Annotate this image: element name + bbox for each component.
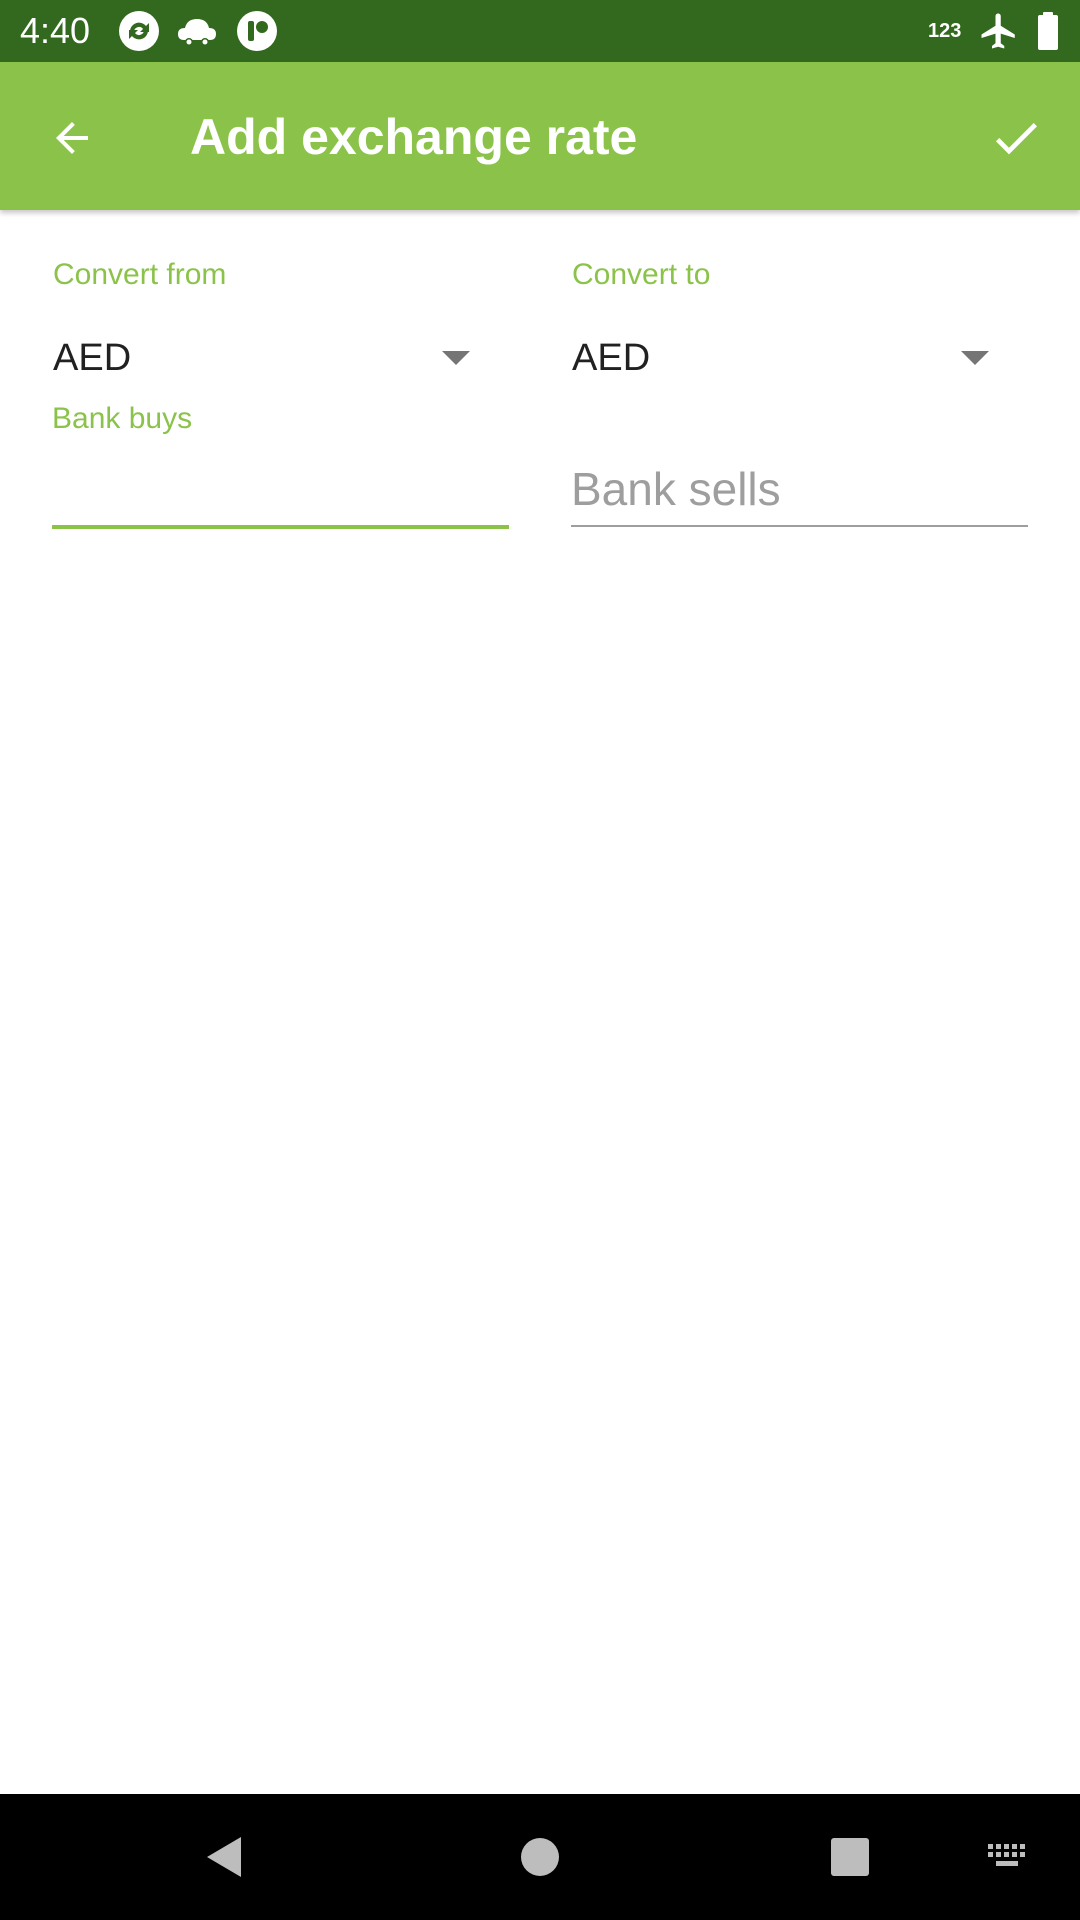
app-bar: Add exchange rate [0,62,1080,210]
convert-from-label: Convert from [53,258,227,291]
status-time: 4:40 [20,10,91,51]
back-triangle-icon [207,1837,241,1877]
convert-from-spinner[interactable]: AED [53,323,473,393]
bank-buys-label: Bank buys [52,402,193,435]
screen: 4:40 123 Add exchange rate Convert from … [0,0,1080,1920]
airplane-mode-icon [978,10,1020,52]
arrow-back-icon [56,122,88,154]
chevron-down-icon [442,351,470,365]
bank-sells-underline [571,525,1028,527]
app-notification-icon [236,10,278,52]
bank-sells-input[interactable]: Bank sells [571,449,1028,527]
status-bar: 4:40 123 [0,0,1080,62]
nav-back-button[interactable] [192,1824,258,1890]
bank-buys-underline [52,525,509,529]
back-button[interactable] [36,102,108,174]
check-icon [995,123,1037,155]
nav-recents-button[interactable] [817,1824,883,1890]
home-circle-icon [521,1838,559,1876]
cloud-car-icon [176,10,218,52]
network-label: 123 [928,20,962,42]
convert-from-value: AED [53,337,132,379]
keyboard-icon [988,1844,1025,1866]
nav-keyboard-button[interactable] [975,1824,1041,1890]
sync-icon [118,10,160,52]
save-button[interactable] [980,102,1052,174]
page-title: Add exchange rate [190,109,638,165]
navigation-bar [0,1794,1080,1920]
bank-sells-placeholder: Bank sells [571,463,781,515]
chevron-down-icon [961,351,989,365]
recents-square-icon [831,1838,869,1876]
bank-buys-input[interactable] [52,451,509,529]
convert-to-spinner[interactable]: AED [572,323,992,393]
nav-home-button[interactable] [507,1824,573,1890]
battery-icon [1030,10,1066,52]
convert-to-value: AED [572,337,651,379]
convert-to-label: Convert to [572,258,711,291]
